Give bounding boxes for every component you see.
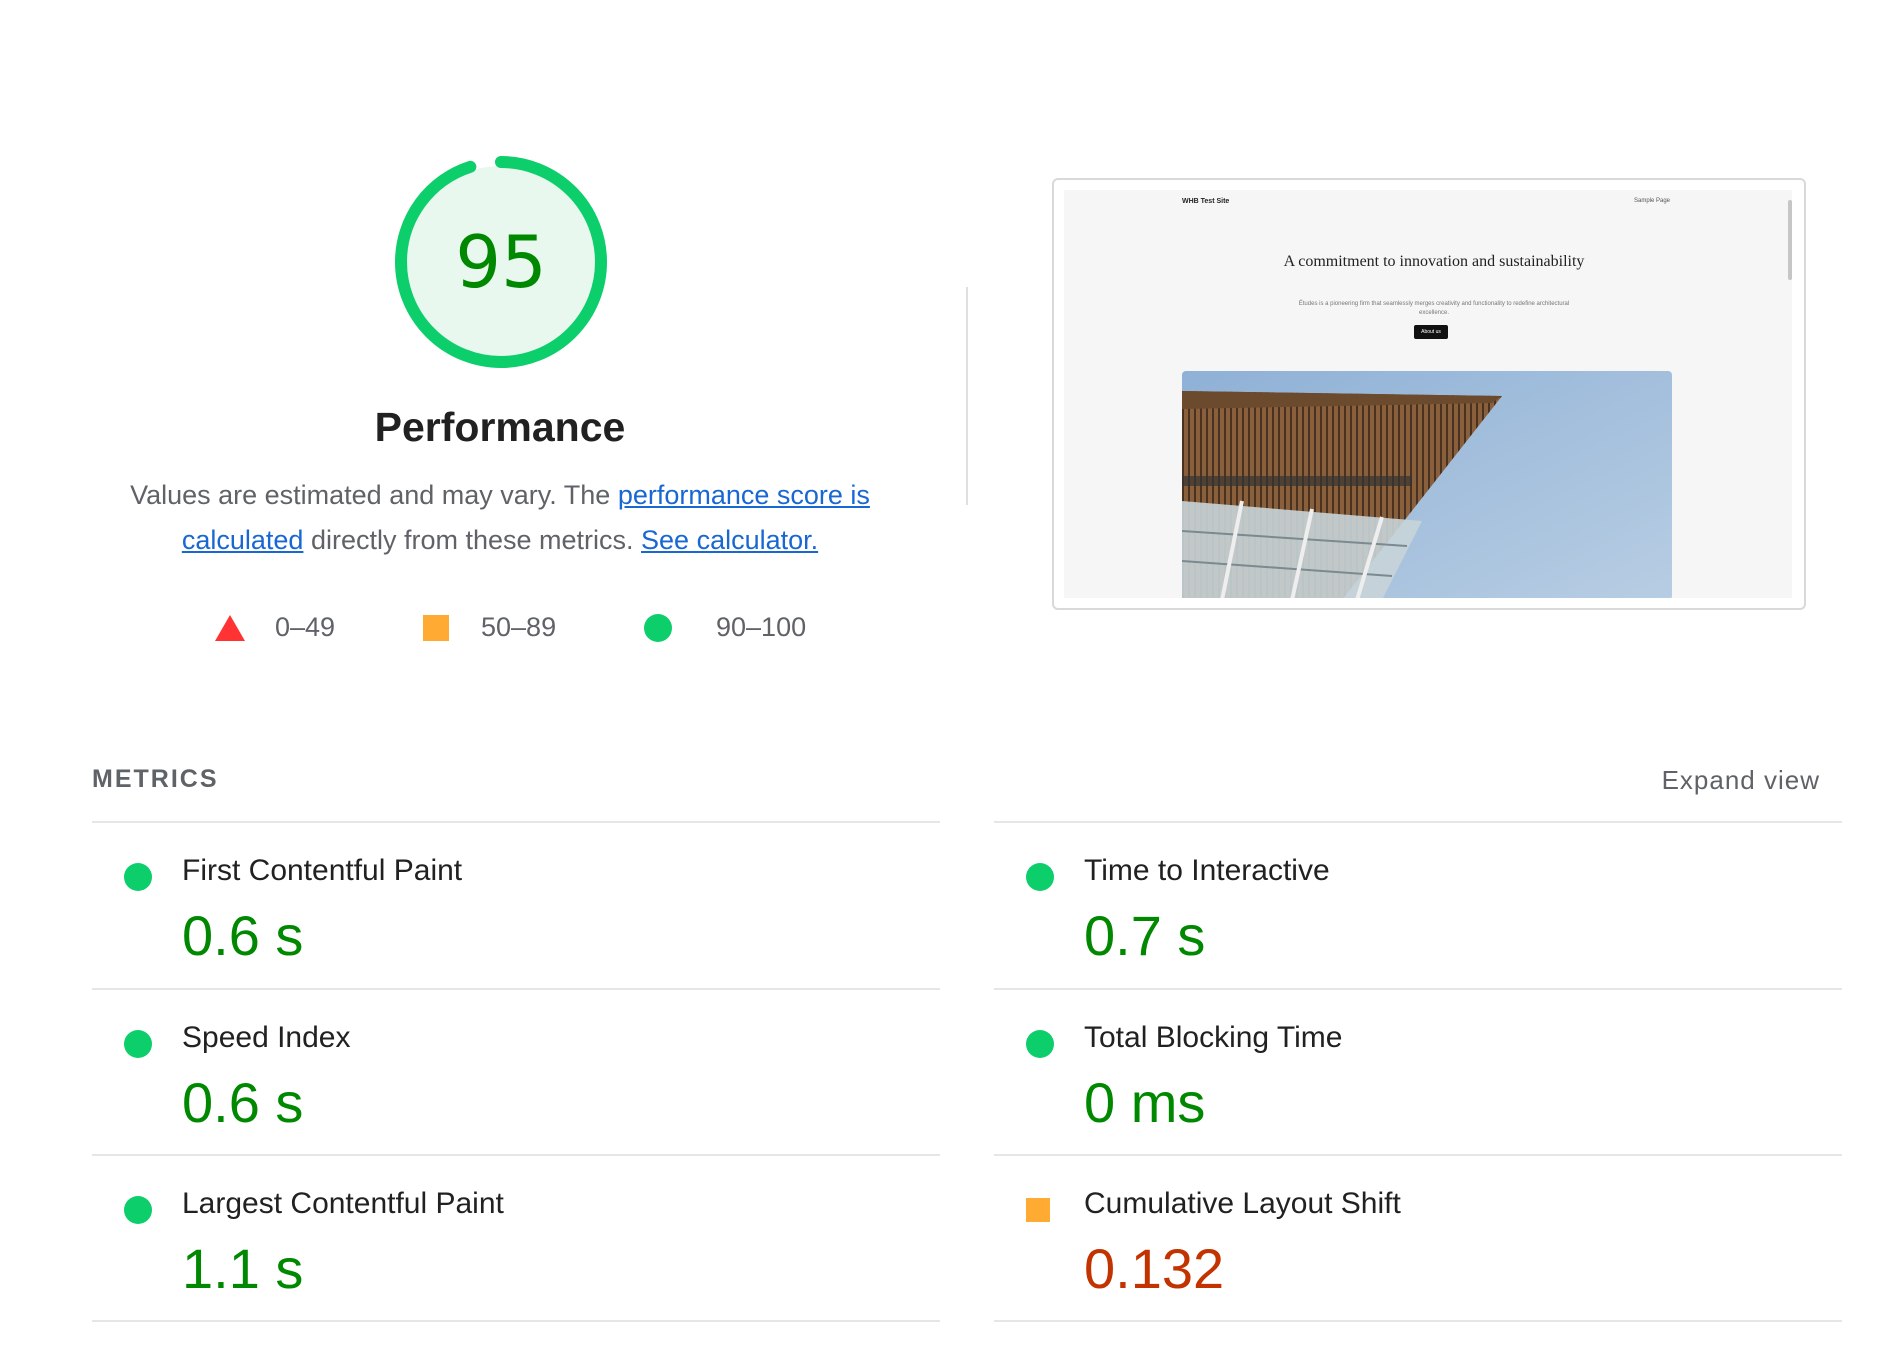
pass-circle-icon <box>124 1196 152 1224</box>
legend-average: 50–89 <box>423 612 556 643</box>
metric-largest-contentful-paint: Largest Contentful Paint 1.1 s <box>92 1156 940 1321</box>
metric-value: 0.132 <box>1084 1237 1225 1300</box>
metric-total-blocking-time: Total Blocking Time 0 ms <box>994 990 1842 1155</box>
metric-value: 0.6 s <box>182 1071 304 1134</box>
metric-name: Cumulative Layout Shift <box>1084 1187 1401 1220</box>
description-text-2: directly from these metrics. <box>303 525 642 555</box>
screenshot-scrollbar <box>1788 200 1792 280</box>
pass-circle-icon <box>124 863 152 891</box>
metric-cumulative-layout-shift: Cumulative Layout Shift 0.132 <box>994 1156 1842 1321</box>
site-nav-link: Sample Page <box>1634 198 1671 204</box>
metric-value: 1.1 s <box>182 1237 304 1300</box>
site-heading: A commitment to innovation and sustainab… <box>1283 253 1585 270</box>
legend-fail-label: 0–49 <box>275 612 336 642</box>
metric-value: 0 ms <box>1084 1071 1206 1134</box>
screenshot-page: WHB Test Site Sample Page A commitment t… <box>1064 190 1792 598</box>
metric-time-to-interactive: Time to Interactive 0.7 s <box>994 823 1842 988</box>
vertical-divider <box>966 287 968 505</box>
site-button: About us <box>1414 325 1448 339</box>
pass-circle-icon <box>1026 1030 1054 1058</box>
site-name: WHB Test Site <box>1182 198 1230 205</box>
metrics-divider <box>92 1320 940 1322</box>
performance-description: Values are estimated and may vary. The p… <box>110 473 890 563</box>
legend-pass: 90–100 <box>644 612 806 643</box>
description-text: Values are estimated and may vary. The <box>130 480 618 510</box>
legend-pass-label: 90–100 <box>716 612 807 642</box>
metric-name: Largest Contentful Paint <box>182 1187 504 1220</box>
final-screenshot[interactable]: WHB Test Site Sample Page A commitment t… <box>1052 178 1806 610</box>
legend-fail: 0–49 <box>215 612 335 643</box>
metric-value: 0.6 s <box>182 904 304 967</box>
circle-icon <box>644 613 672 642</box>
metrics-section-label: METRICS <box>92 765 219 793</box>
triangle-icon <box>215 614 245 641</box>
metric-name: First Contentful Paint <box>182 854 463 887</box>
metrics-divider <box>994 1320 1842 1322</box>
metric-name: Time to Interactive <box>1084 854 1330 887</box>
metric-name: Total Blocking Time <box>1084 1021 1343 1054</box>
legend-average-label: 50–89 <box>481 612 557 642</box>
average-square-icon <box>1026 1198 1050 1222</box>
performance-score: 95 <box>455 220 547 304</box>
building-image <box>1182 371 1672 598</box>
metric-speed-index: Speed Index 0.6 s <box>92 990 940 1155</box>
site-subtext: Études is a pioneering firm that seamles… <box>1298 301 1570 316</box>
metric-name: Speed Index <box>182 1021 351 1054</box>
metric-value: 0.7 s <box>1084 904 1206 967</box>
square-icon <box>423 614 449 641</box>
pass-circle-icon <box>1026 863 1054 891</box>
performance-title: Performance <box>374 404 626 450</box>
pass-circle-icon <box>124 1030 152 1058</box>
expand-view-button[interactable]: Expand view <box>1600 765 1820 796</box>
metric-first-contentful-paint: First Contentful Paint 0.6 s <box>92 823 940 988</box>
see-calculator-link[interactable]: See calculator. <box>641 525 818 555</box>
